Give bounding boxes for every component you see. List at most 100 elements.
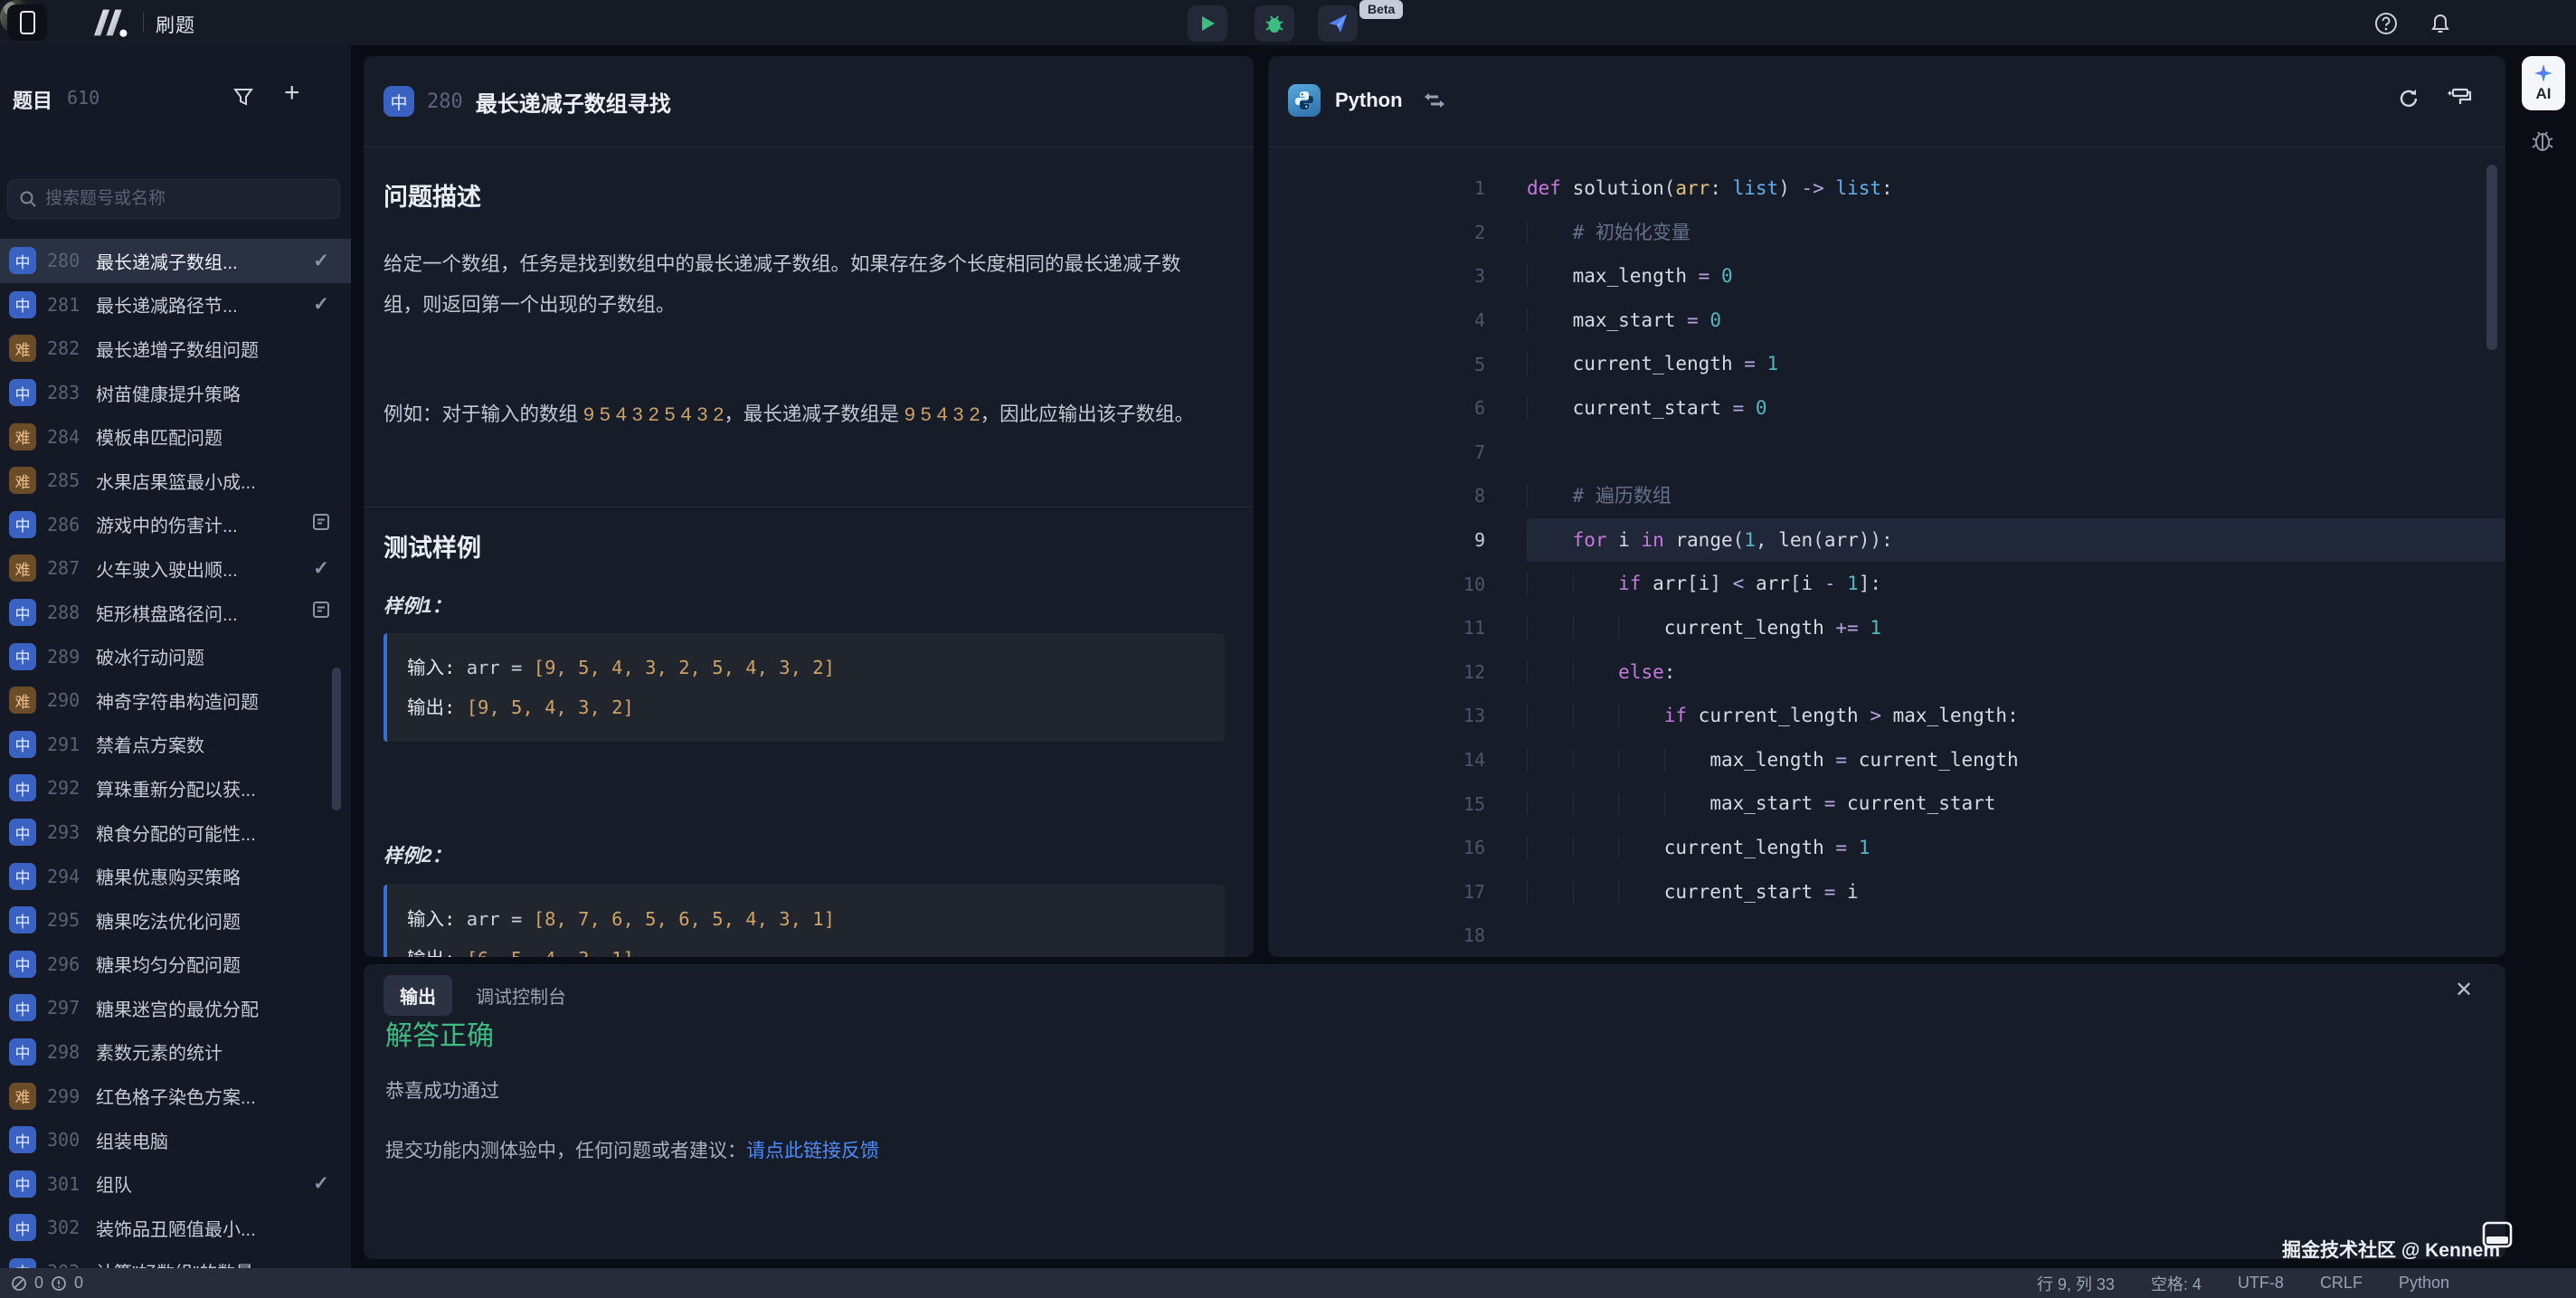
- text-part: arr =: [467, 657, 534, 678]
- line-number: 8: [1268, 485, 1494, 507]
- tab-debug-console[interactable]: 调试控制台: [476, 982, 566, 1009]
- indent-guide: [1618, 837, 1664, 858]
- sidebar-scrollbar[interactable]: [332, 668, 341, 810]
- problem-number: 299: [47, 1085, 80, 1107]
- eol-setting[interactable]: CRLF: [2320, 1274, 2363, 1293]
- problem-item-282[interactable]: 难282最长递增子数组问题: [0, 327, 351, 371]
- problem-item-title: 树苗健康提升策略: [96, 380, 241, 406]
- debug-run-button[interactable]: [1255, 5, 1294, 42]
- code-editor[interactable]: 1def solution(arr: list) -> list:2 # 初始化…: [1268, 166, 2505, 957]
- code-line-9[interactable]: 9 for i in range(1, len(arr)):: [1268, 518, 2505, 563]
- submit-button[interactable]: [1318, 5, 1358, 42]
- run-button[interactable]: [1188, 5, 1227, 42]
- problem-item-287[interactable]: 难287火车驶入驶出顺...✓: [0, 546, 351, 591]
- problem-item-280[interactable]: 中280最长递减子数组...✓: [0, 239, 351, 283]
- switch-language-icon[interactable]: [1423, 90, 1446, 110]
- sidebar-toggle-button[interactable]: [7, 5, 47, 41]
- line-number: 17: [1268, 881, 1494, 903]
- search-box[interactable]: [7, 179, 340, 219]
- token: max_start: [1709, 792, 1813, 814]
- problem-item-298[interactable]: 中298素数元素的统计: [0, 1030, 351, 1075]
- result-status: 解答正确: [385, 1013, 494, 1053]
- problem-number: 283: [47, 382, 80, 403]
- problem-item-283[interactable]: 中 283 树苗健康提升策略: [0, 371, 351, 415]
- code-line-14[interactable]: 14 max_length = current_length: [1268, 738, 2505, 782]
- code-line-16[interactable]: 16 current_length = 1: [1268, 826, 2505, 870]
- code-line-18[interactable]: 18​: [1268, 914, 2505, 957]
- filter-icon[interactable]: [232, 85, 255, 109]
- problem-item-300[interactable]: 中300组装电脑: [0, 1118, 351, 1162]
- token: in: [1641, 529, 1663, 551]
- problem-item-299[interactable]: 难299红色格子染色方案...: [0, 1074, 351, 1118]
- problem-item-title: 神奇字符串构造问题: [96, 687, 259, 714]
- bug-icon: [1264, 13, 1285, 34]
- indent-guide: [1527, 265, 1573, 287]
- problem-item-title: 最长递增子数组问题: [96, 336, 259, 362]
- problem-item-303[interactable]: 中303计算"好数组"的数量: [0, 1250, 351, 1268]
- problem-item-295[interactable]: 中295糖果吃法优化问题: [0, 898, 351, 943]
- difficulty-badge: 中: [9, 379, 36, 406]
- format-code-icon[interactable]: [2446, 87, 2473, 110]
- code-line-10[interactable]: 10 if arr[i] < arr[i - 1]:: [1268, 562, 2505, 606]
- code-line-1[interactable]: 1def solution(arr: list) -> list:: [1268, 166, 2505, 211]
- code-line-4[interactable]: 4 max_start = 0: [1268, 298, 2505, 343]
- problem-item-301[interactable]: 中301组队✓: [0, 1161, 351, 1206]
- tab-output[interactable]: 输出: [384, 975, 452, 1016]
- code-line-17[interactable]: 17 current_start = i: [1268, 870, 2505, 914]
- code-line-7[interactable]: 7​: [1268, 431, 2505, 475]
- problem-item-292[interactable]: 中292算珠重新分配以获...: [0, 766, 351, 810]
- encoding[interactable]: UTF-8: [2238, 1274, 2284, 1293]
- token: ->: [1790, 177, 1824, 199]
- feedback-link[interactable]: 请点此链接反馈: [746, 1141, 879, 1161]
- problem-item-285[interactable]: 难285水果店果篮最小成...: [0, 459, 351, 503]
- token: if: [1618, 573, 1641, 594]
- code-line-5[interactable]: 5 current_length = 1: [1268, 342, 2505, 386]
- editor-panel: Python 1def solution(arr: list) -> list:…: [1268, 56, 2505, 957]
- problem-item-286[interactable]: 中286游戏中的伤害计...: [0, 503, 351, 547]
- code-line-12[interactable]: 12 else:: [1268, 650, 2505, 695]
- problem-item-296[interactable]: 中296糖果均匀分配问题: [0, 943, 351, 987]
- problem-item-297[interactable]: 中297糖果迷宫的最优分配: [0, 986, 351, 1030]
- token: i: [1607, 529, 1642, 551]
- help-icon[interactable]: [2373, 11, 2399, 36]
- code-line-6[interactable]: 6 current_start = 0: [1268, 386, 2505, 431]
- problems-summary[interactable]: 0 0: [0, 1274, 83, 1293]
- problem-number: 286: [47, 514, 80, 535]
- difficulty-badge: 中: [9, 247, 36, 274]
- problem-item-289[interactable]: 中289破冰行动问题: [0, 634, 351, 678]
- bell-icon[interactable]: [2428, 11, 2453, 36]
- debug-tool-icon[interactable]: [2529, 127, 2556, 154]
- problem-item-281[interactable]: 中281最长递减路径节...✓: [0, 283, 351, 327]
- language-mode[interactable]: Python: [2399, 1274, 2449, 1293]
- code-line-11[interactable]: 11 current_length += 1: [1268, 606, 2505, 650]
- problem-item-294[interactable]: 中294糖果优惠购买策略: [0, 854, 351, 898]
- problem-item-291[interactable]: 中291禁着点方案数: [0, 723, 351, 767]
- reset-code-icon[interactable]: [2397, 87, 2420, 110]
- toggle-bottom-panel-icon[interactable]: [2482, 1221, 2513, 1248]
- ai-assistant-button[interactable]: AI: [2522, 56, 2565, 110]
- description-example: 例如：对于输入的数组 9 5 4 3 2 5 4 3 2，最长递减子数组是 9 …: [384, 394, 1216, 435]
- token: =: [1813, 881, 1847, 903]
- code-line-15[interactable]: 15 max_start = current_start: [1268, 782, 2505, 826]
- description-heading: 问题描述: [384, 177, 481, 213]
- code-line-2[interactable]: 2 # 初始化变量: [1268, 211, 2505, 255]
- problem-item-288[interactable]: 中288矩形棋盘路径问...: [0, 591, 351, 635]
- add-icon[interactable]: +: [284, 78, 300, 109]
- problem-item-302[interactable]: 中302装饰品丑陋值最小...: [0, 1206, 351, 1250]
- code-line-13[interactable]: 13 if current_length > max_length:: [1268, 694, 2505, 738]
- code-line-3[interactable]: 3 max_length = 0: [1268, 254, 2505, 298]
- search-input[interactable]: [45, 189, 328, 209]
- problem-item-title: 禁着点方案数: [96, 731, 204, 757]
- cursor-position[interactable]: 行 9, 列 33: [2037, 1272, 2115, 1295]
- problem-number: 280: [427, 90, 463, 113]
- close-icon[interactable]: ✕: [2455, 977, 2473, 1003]
- indent-setting[interactable]: 空格: 4: [2151, 1272, 2202, 1295]
- sample1-block: 输入: arr = [9, 5, 4, 3, 2, 5, 4, 3, 2]输出:…: [384, 633, 1225, 742]
- problem-item-290[interactable]: 难290神奇字符串构造问题: [0, 678, 351, 723]
- code-line-8[interactable]: 8 # 遍历数组: [1268, 474, 2505, 518]
- editor-scrollbar[interactable]: [2486, 165, 2497, 350]
- problem-item-284[interactable]: 难284模板串匹配问题: [0, 414, 351, 459]
- status-bar: 0 0 行 9, 列 33 空格: 4 UTF-8 CRLF Python: [0, 1268, 2576, 1298]
- problem-number: 302: [47, 1217, 80, 1238]
- problem-item-293[interactable]: 中293粮食分配的可能性...: [0, 810, 351, 855]
